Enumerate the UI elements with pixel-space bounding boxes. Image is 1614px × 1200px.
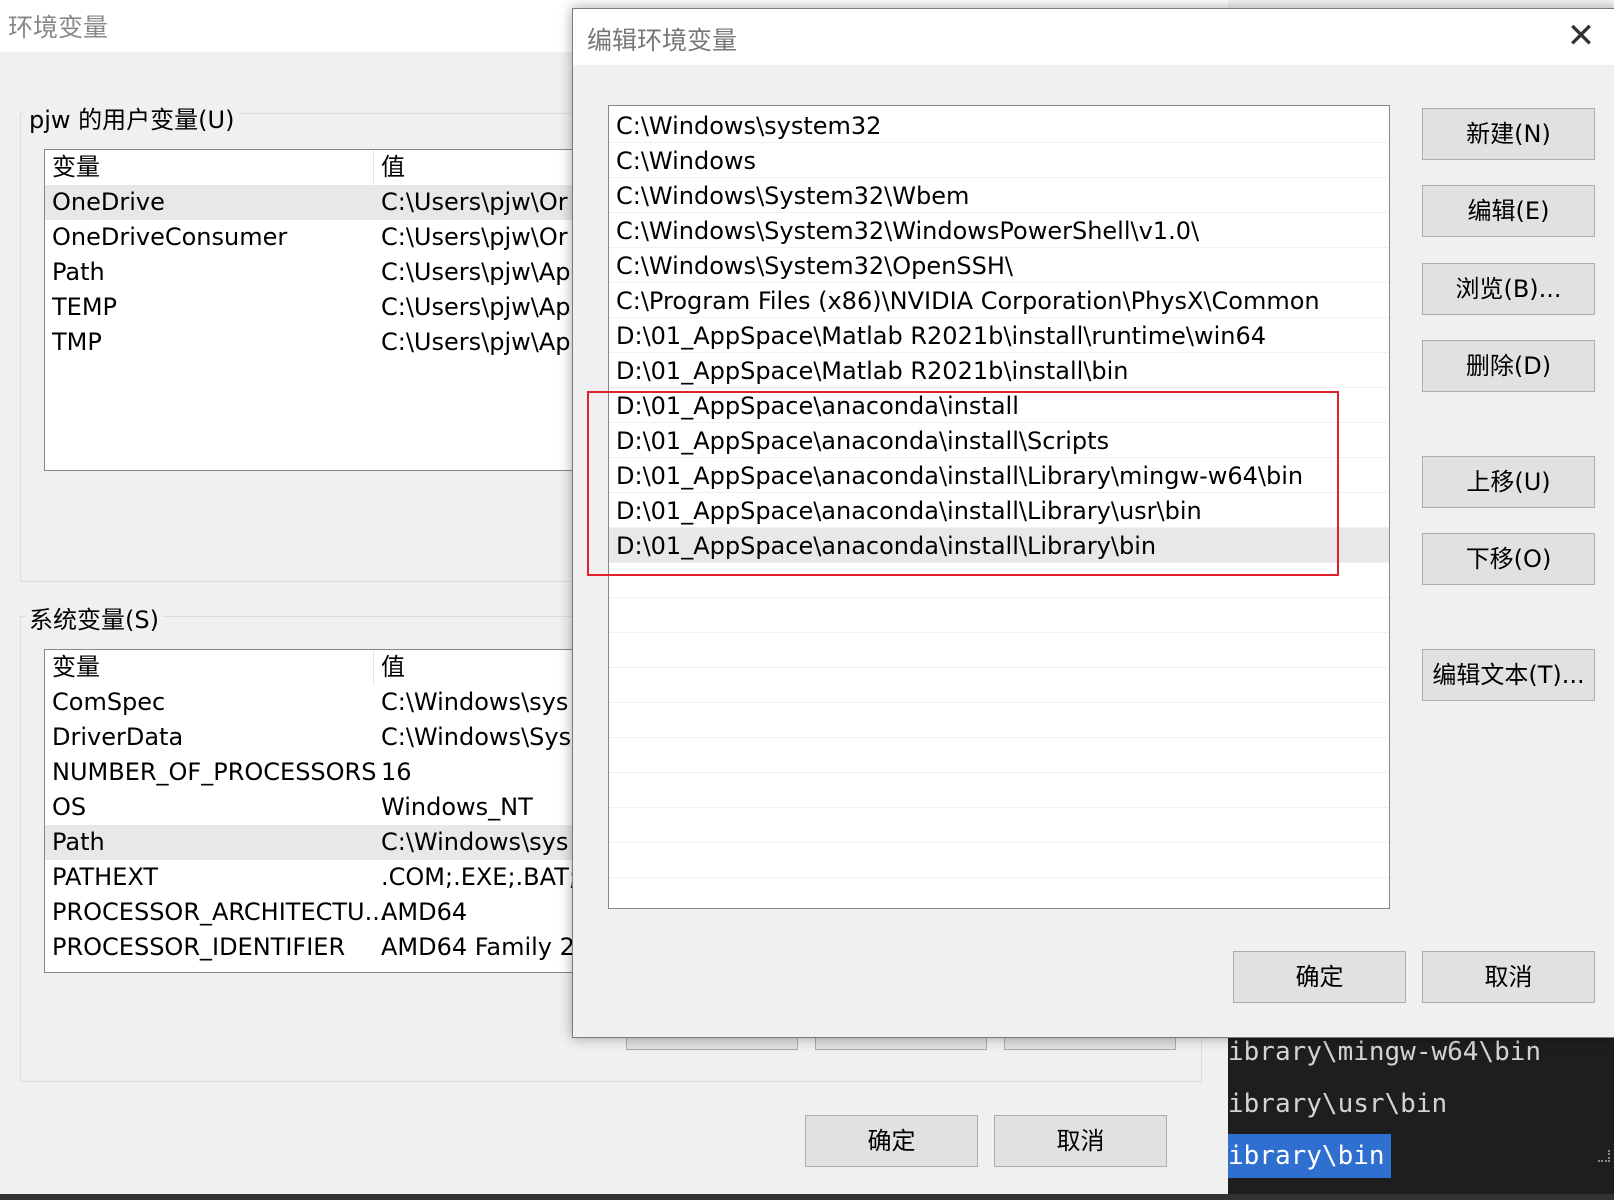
path-item[interactable]: C:\Windows\System32\OpenSSH\ [609, 248, 1389, 283]
path-text: C:\Program Files (x86)\NVIDIA Corporatio… [616, 287, 1320, 315]
var-name: OneDriveConsumer [52, 223, 288, 251]
var-value: AMD64 [381, 898, 468, 926]
path-text: C:\Windows\system32 [616, 112, 882, 140]
path-text: C:\Windows [616, 147, 757, 175]
list-item[interactable]: OS Windows_NT [45, 790, 625, 825]
user-vars-label: pjw 的用户变量(U) [25, 100, 239, 135]
var-name: DriverData [52, 723, 184, 751]
path-text: D:\01_AppSpace\Matlab R2021b\install\run… [616, 322, 1267, 350]
var-name: OneDrive [52, 188, 165, 216]
var-value: C:\Users\pjw\Ap [381, 293, 571, 321]
column-header-name[interactable]: 变量 [52, 650, 100, 685]
var-name: Path [52, 828, 105, 856]
ok-button[interactable]: 确定 [1233, 951, 1406, 1003]
cancel-button[interactable]: 取消 [1422, 951, 1595, 1003]
path-text: C:\Windows\System32\WindowsPowerShell\v1… [616, 217, 1200, 245]
path-text: C:\Windows\System32\Wbem [616, 182, 970, 210]
var-value: AMD64 Family 2 [381, 933, 575, 961]
system-vars-list[interactable]: 变量 值 ComSpec C:\Windows\sys DriverData C:\… [44, 649, 626, 973]
new-button[interactable]: 新建(N) [1422, 108, 1595, 160]
title-bar: 编辑环境变量 ✕ [573, 9, 1614, 65]
code-line-selected[interactable]: ibrary\bin [1228, 1134, 1391, 1178]
status-bar [0, 1194, 1614, 1200]
path-item[interactable]: C:\Windows\System32\Wbem [609, 178, 1389, 213]
empty-row [609, 598, 1389, 633]
var-name: TEMP [52, 293, 118, 321]
list-item[interactable]: PATHEXT .COM;.EXE;.BAT; [45, 860, 625, 895]
var-value: C:\Windows\Sys [381, 723, 572, 751]
edit-text-button[interactable]: 编辑文本(T)... [1422, 649, 1595, 701]
highlight-annotation-box [587, 391, 1339, 576]
empty-row [609, 773, 1389, 808]
user-vars-list[interactable]: 变量 值 OneDrive C:\Users\pjw\Or OneDriveCon… [44, 149, 626, 471]
list-item[interactable]: NUMBER_OF_PROCESSORS 16 [45, 755, 625, 790]
empty-row [609, 843, 1389, 878]
var-name: ComSpec [52, 688, 166, 716]
var-name: PROCESSOR_ARCHITECTU... [52, 898, 388, 926]
close-icon[interactable]: ✕ [1563, 19, 1599, 55]
path-item[interactable]: C:\Windows\System32\WindowsPowerShell\v1… [609, 213, 1389, 248]
path-item[interactable]: D:\01_AppSpace\Matlab R2021b\install\run… [609, 318, 1389, 353]
var-name: PATHEXT [52, 863, 159, 891]
var-value: C:\Users\pjw\Or [381, 188, 568, 216]
move-up-button[interactable]: 上移(U) [1422, 456, 1595, 508]
list-item[interactable]: OneDriveConsumer C:\Users\pjw\Or [45, 220, 625, 255]
path-text: C:\Windows\System32\OpenSSH\ [616, 252, 1013, 280]
env-ok-button[interactable]: 确定 [805, 1115, 978, 1167]
column-separator[interactable] [373, 150, 374, 186]
edit-button[interactable]: 编辑(E) [1422, 185, 1595, 237]
var-name: Path [52, 258, 105, 286]
var-value: C:\Users\pjw\Ap [381, 258, 571, 286]
path-item[interactable]: D:\01_AppSpace\Matlab R2021b\install\bin [609, 353, 1389, 388]
var-name: OS [52, 793, 87, 821]
path-text: D:\01_AppSpace\Matlab R2021b\install\bin [616, 357, 1129, 385]
path-item[interactable]: C:\Windows [609, 143, 1389, 178]
list-header: 变量 值 [45, 650, 625, 686]
window-title: 环境变量 [8, 13, 109, 42]
list-item[interactable]: OneDrive C:\Users\pjw\Or [45, 185, 625, 220]
list-item[interactable]: PROCESSOR_ARCHITECTU... AMD64 [45, 895, 625, 930]
empty-row [609, 668, 1389, 703]
empty-row [609, 633, 1389, 668]
move-down-button[interactable]: 下移(O) [1422, 533, 1595, 585]
empty-row [609, 703, 1389, 738]
system-vars-label: 系统变量(S) [25, 600, 163, 635]
var-name: TMP [52, 328, 102, 356]
env-cancel-button[interactable]: 取消 [994, 1115, 1167, 1167]
path-item[interactable]: C:\Windows\system32 [609, 108, 1389, 143]
var-name: NUMBER_OF_PROCESSORS [52, 758, 377, 786]
dialog-title: 编辑环境变量 [587, 26, 738, 55]
path-item[interactable]: C:\Program Files (x86)\NVIDIA Corporatio… [609, 283, 1389, 318]
var-value: C:\Windows\sys [381, 688, 569, 716]
delete-button[interactable]: 删除(D) [1422, 340, 1595, 392]
var-value: C:\Windows\sys [381, 828, 569, 856]
var-name: PROCESSOR_IDENTIFIER [52, 933, 346, 961]
list-item[interactable]: PROCESSOR_IDENTIFIER AMD64 Family 2 [45, 930, 625, 965]
var-value: C:\Users\pjw\Or [381, 223, 568, 251]
list-item[interactable]: DriverData C:\Windows\Sys [45, 720, 625, 755]
list-item[interactable]: TMP C:\Users\pjw\Ap [45, 325, 625, 360]
list-item[interactable]: TEMP C:\Users\pjw\Ap [45, 290, 625, 325]
column-header-value[interactable]: 值 [381, 650, 405, 685]
column-separator[interactable] [373, 650, 374, 686]
var-value: 16 [381, 758, 412, 786]
list-header: 变量 值 [45, 150, 625, 186]
browse-button[interactable]: 浏览(B)... [1422, 263, 1595, 315]
resize-grip-icon[interactable] [1598, 1150, 1610, 1162]
code-line[interactable]: ibrary\usr\bin [1228, 1082, 1447, 1126]
empty-row [609, 808, 1389, 843]
var-value: Windows_NT [381, 793, 533, 821]
list-item[interactable]: Path C:\Windows\sys [45, 825, 625, 860]
var-value: C:\Users\pjw\Ap [381, 328, 571, 356]
empty-row [609, 738, 1389, 773]
list-item[interactable]: Path C:\Users\pjw\Ap [45, 255, 625, 290]
list-item[interactable]: ComSpec C:\Windows\sys [45, 685, 625, 720]
column-header-value[interactable]: 值 [381, 150, 405, 185]
var-value: .COM;.EXE;.BAT; [381, 863, 577, 891]
column-header-name[interactable]: 变量 [52, 150, 100, 185]
